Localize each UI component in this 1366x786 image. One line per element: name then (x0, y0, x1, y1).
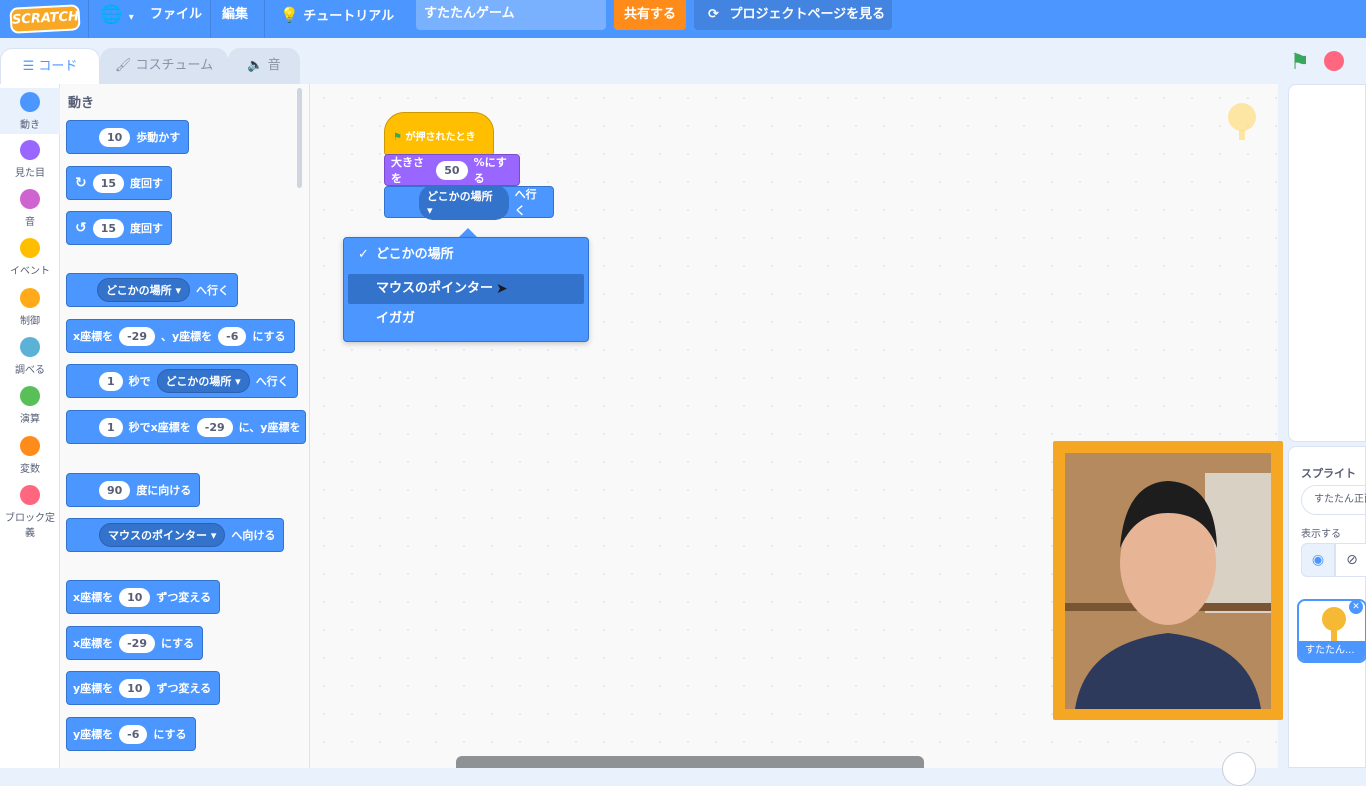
show-eye-icon[interactable]: ◉ (1301, 543, 1335, 577)
block-goto-xy[interactable]: x座標を -29 、y座標を -6 にする (66, 319, 295, 353)
block-point-towards[interactable]: マウスのポインター ▾ へ向ける (66, 518, 285, 552)
category-looks[interactable]: 見た目 (0, 140, 60, 179)
rotate-left-icon: ↺ (75, 220, 87, 236)
speaker-icon: 🔈 (247, 58, 264, 73)
lightbulb-icon: 💡 (280, 6, 299, 24)
category-dot (20, 92, 40, 112)
dy-input[interactable]: 10 (119, 678, 151, 698)
category-dot (20, 189, 40, 209)
category-sound[interactable]: 音 (0, 189, 60, 228)
towards-dropdown[interactable]: マウスのポインター ▾ (99, 523, 226, 547)
brush-icon: 🖌 (114, 58, 132, 73)
block-move-steps[interactable]: 10 歩動かす (66, 120, 190, 154)
category-events[interactable]: イベント (0, 238, 60, 277)
category-dot (20, 288, 40, 308)
direction-input[interactable]: 90 (99, 480, 131, 500)
tab-costumes[interactable]: 🖌 コスチューム (100, 48, 228, 84)
rotate-right-icon: ↻ (75, 175, 87, 191)
green-flag-icon: ⚑ (393, 132, 402, 143)
block-goto-script[interactable]: どこかの場所 ▾ へ行く (384, 184, 554, 220)
video-control-bar[interactable] (456, 756, 924, 768)
language-globe-icon[interactable]: 🌐 ▾ (100, 0, 134, 38)
menu-bar: SCRATCH 🌐 ▾ ファイル 編集 💡 チュートリアル すたたんゲーム 共有… (0, 0, 1366, 38)
project-page-button[interactable]: ⟳ プロジェクトページを見る (694, 0, 892, 30)
sprite-label: スプライト (1301, 467, 1356, 480)
block-when-flag-clicked[interactable]: ⚑ が押されたとき (384, 112, 494, 156)
block-set-y[interactable]: y座標を -6 にする (66, 717, 196, 751)
tab-sounds[interactable]: 🔈 音 (228, 48, 300, 84)
block-goto[interactable]: どこかの場所 ▾ へ行く (66, 273, 239, 307)
show-label: 表示する (1301, 529, 1341, 540)
zoom-button[interactable] (1222, 752, 1256, 786)
block-set-x[interactable]: x座標を -29 にする (66, 626, 204, 660)
x-input[interactable]: -29 (119, 326, 155, 346)
y-input[interactable]: -6 (218, 326, 247, 346)
glide-dropdown[interactable]: どこかの場所 ▾ (156, 369, 250, 393)
secs-input[interactable]: 1 (99, 371, 123, 391)
category-control[interactable]: 制御 (0, 288, 60, 327)
category-dot (20, 485, 40, 505)
category-variables[interactable]: 変数 (0, 436, 60, 475)
menu-tutorial[interactable]: 💡 チュートリアル (280, 0, 394, 38)
category-motion[interactable]: 動き (0, 88, 60, 134)
y-input[interactable]: -6 (119, 724, 148, 744)
menu-file[interactable]: ファイル (150, 0, 202, 38)
block-set-size[interactable]: 大きさを 50 %にする (384, 154, 520, 186)
dropdown-option-mouse[interactable]: マウスのポインター (348, 274, 584, 304)
tab-code[interactable]: ☰ コード (0, 48, 100, 84)
category-menu: 動き 見た目 音 イベント 制御 調べる 演算 変数 ブロック定義 (0, 84, 60, 768)
sprite-info-pane: スプライト すたたん正面 表示する ◉ ⊘ すたたん... ✕ (1288, 446, 1366, 768)
scratch-logo[interactable]: SCRATCH (9, 4, 81, 34)
category-operators[interactable]: 演算 (0, 386, 60, 425)
sprite-name-input[interactable]: すたたん正面 (1301, 485, 1366, 515)
presenter-video-frame (1065, 453, 1271, 709)
x-input[interactable]: -29 (196, 417, 233, 437)
secs-input[interactable]: 1 (99, 417, 123, 437)
green-flag-button[interactable]: ⚑ (1290, 50, 1310, 75)
category-dot (20, 140, 40, 160)
dx-input[interactable]: 10 (119, 587, 151, 607)
degrees-input[interactable]: 15 (92, 173, 125, 193)
dropdown-option-igaga[interactable]: イガガ (348, 304, 584, 334)
sprite-watermark-icon (1228, 103, 1256, 140)
category-dot (20, 238, 40, 258)
block-point-direction[interactable]: 90 度に向ける (66, 473, 201, 507)
block-change-x[interactable]: x座標を 10 ずつ変える (66, 580, 221, 614)
block-palette: 動き 10 歩動かす ↻ 15 度回す ↺ 15 度回す どこかの場所 ▾ へ行… (60, 84, 310, 768)
delete-sprite-icon[interactable]: ✕ (1349, 600, 1363, 614)
goto-dropdown-menu: ✓ どこかの場所 マウスのポインター イガガ (343, 237, 589, 342)
stop-button[interactable] (1324, 51, 1344, 71)
palette-heading: 動き (68, 96, 95, 111)
block-change-y[interactable]: y座標を 10 ずつ変える (66, 671, 221, 705)
block-turn-left[interactable]: ↺ 15 度回す (66, 211, 173, 245)
project-title-input[interactable]: すたたんゲーム (416, 0, 606, 30)
presenter-image (1065, 453, 1271, 709)
x-input[interactable]: -29 (119, 633, 155, 653)
category-sensing[interactable]: 調べる (0, 337, 60, 376)
goto-dropdown[interactable]: どこかの場所 ▾ (97, 278, 191, 302)
stage-canvas[interactable] (1288, 84, 1366, 442)
share-button[interactable]: 共有する (614, 0, 686, 30)
category-dot (20, 337, 40, 357)
category-dot (20, 386, 40, 406)
dropdown-option-random[interactable]: ✓ どこかの場所 (348, 240, 584, 270)
check-icon: ✓ (358, 247, 369, 262)
category-dot (20, 436, 40, 456)
sprite-thumb-caption: すたたん... (1299, 641, 1365, 661)
palette-scrollbar[interactable] (297, 88, 302, 188)
code-icon: ☰ (22, 59, 35, 74)
goto-dropdown-open[interactable]: どこかの場所 ▾ (419, 184, 509, 220)
category-my-blocks[interactable]: ブロック定義 (0, 485, 60, 539)
presenter-video (1053, 441, 1283, 720)
degrees-input[interactable]: 15 (92, 218, 125, 238)
menu-edit[interactable]: 編集 (222, 0, 248, 38)
steps-input[interactable]: 10 (99, 127, 131, 147)
block-glide-xy[interactable]: 1 秒でx座標を -29 に、y座標を (66, 410, 306, 444)
mouse-cursor-icon: ➤ (496, 281, 508, 297)
size-input[interactable]: 50 (436, 160, 468, 180)
hide-eye-icon[interactable]: ⊘ (1335, 543, 1366, 577)
refresh-icon: ⟳ (708, 7, 719, 22)
block-turn-right[interactable]: ↻ 15 度回す (66, 166, 173, 200)
block-glide-to[interactable]: 1 秒で どこかの場所 ▾ へ行く (66, 364, 298, 398)
